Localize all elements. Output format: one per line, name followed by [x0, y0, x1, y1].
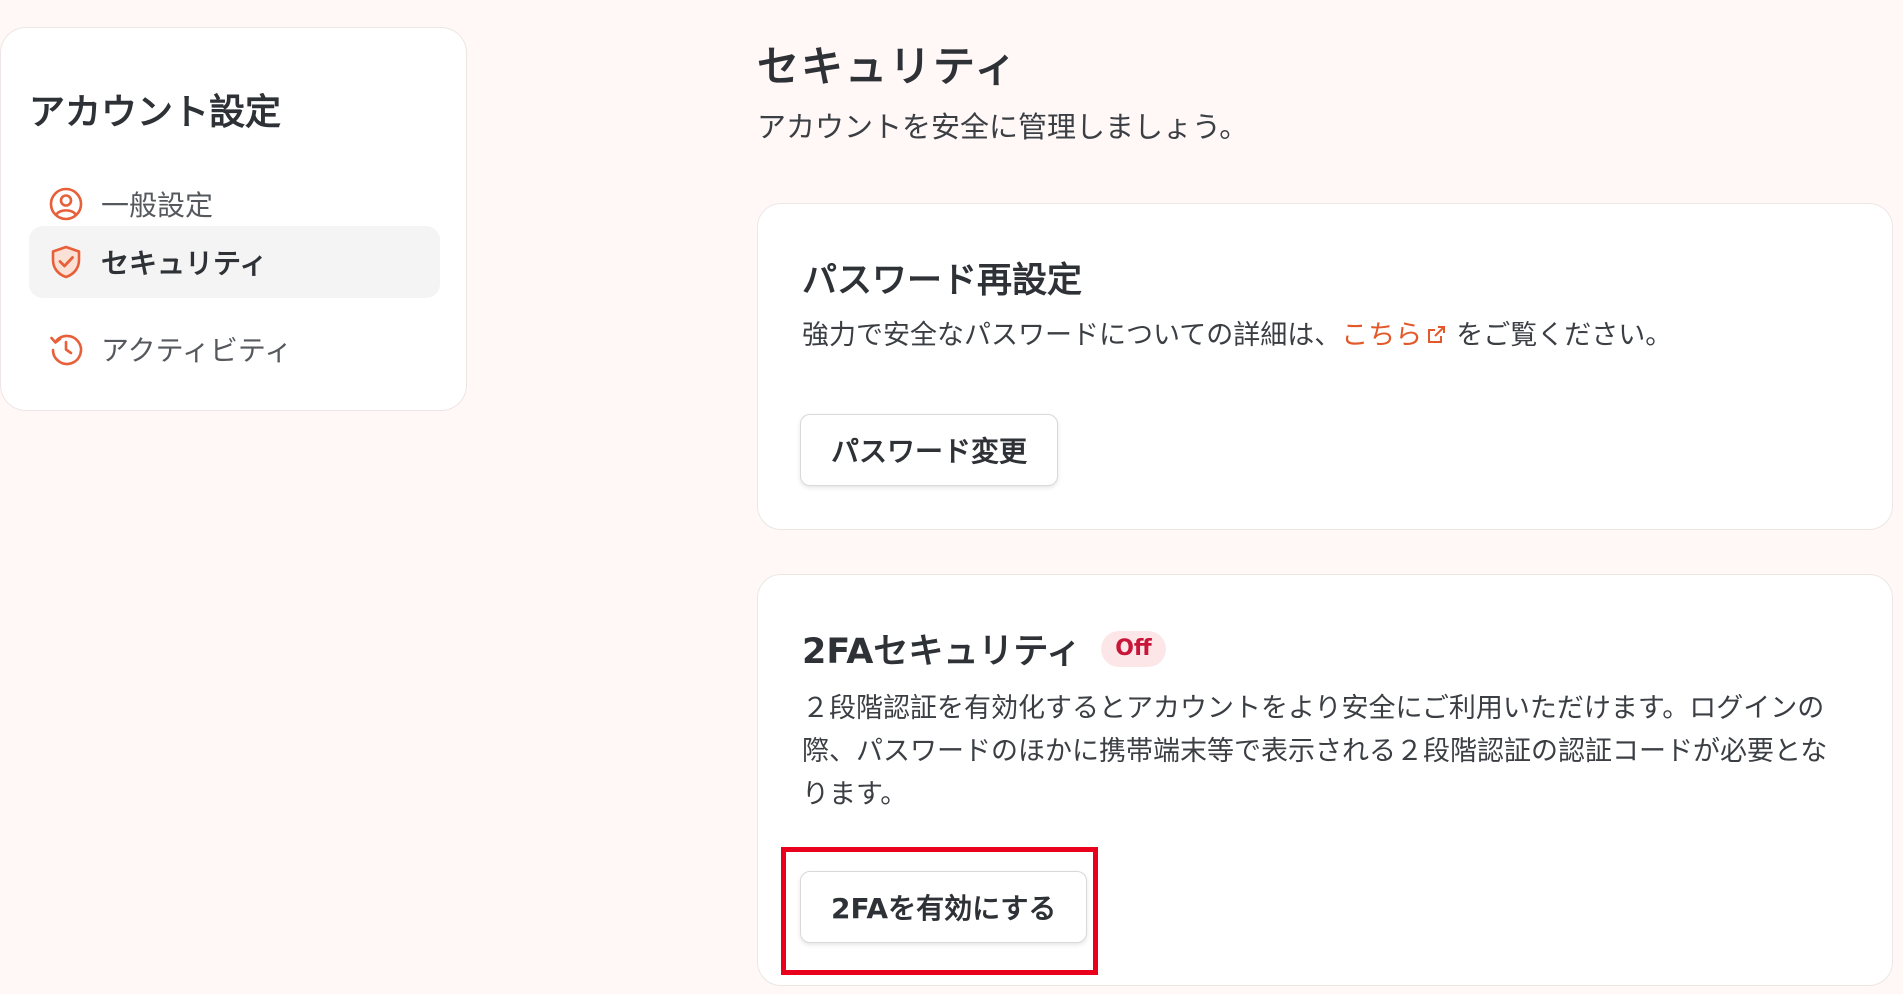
password-text-after: をご覧ください。	[1456, 320, 1673, 351]
sidebar-item-label: アクティビティ	[101, 334, 293, 367]
account-settings-sidebar: アカウント設定 一般設定 セキュリティ アクティビティ	[0, 27, 467, 411]
sidebar-item-label: セキュリティ	[101, 247, 268, 280]
password-text-before: 強力で安全なパスワードについての詳細は、	[802, 320, 1342, 351]
status-badge: Off	[1101, 630, 1166, 667]
link-label: こちら	[1341, 320, 1423, 351]
twofa-card-title: 2FAセキュリティ Off	[802, 623, 1166, 674]
sidebar-item-security[interactable]: セキュリティ	[29, 226, 440, 298]
history-icon	[47, 330, 85, 368]
user-circle-icon	[47, 185, 85, 223]
twofa-title-text: 2FAセキュリティ	[802, 632, 1082, 672]
page-subtitle: アカウントを安全に管理しましょう。	[757, 110, 1249, 144]
sidebar-item-label: 一般設定	[101, 189, 214, 222]
password-reset-card: パスワード再設定 強力で安全なパスワードについての詳細は、こちら をご覧ください。…	[757, 203, 1893, 530]
password-info-link[interactable]: こちら	[1341, 320, 1456, 351]
external-link-icon	[1424, 317, 1448, 360]
highlight-box	[781, 847, 1098, 975]
shield-check-icon	[47, 243, 85, 281]
twofa-description: ２段階認証を有効化するとアカウントをより安全にご利用いただけます。ログインの際、…	[802, 693, 1828, 810]
sidebar-item-activity[interactable]: アクティビティ	[29, 313, 440, 385]
sidebar-title: アカウント設定	[29, 92, 282, 133]
password-card-text: 強力で安全なパスワードについての詳細は、こちら をご覧ください。	[802, 314, 1842, 360]
password-card-title: パスワード再設定	[802, 261, 1083, 301]
page-title: セキュリティ	[757, 42, 1019, 91]
change-password-button[interactable]: パスワード変更	[800, 414, 1059, 486]
